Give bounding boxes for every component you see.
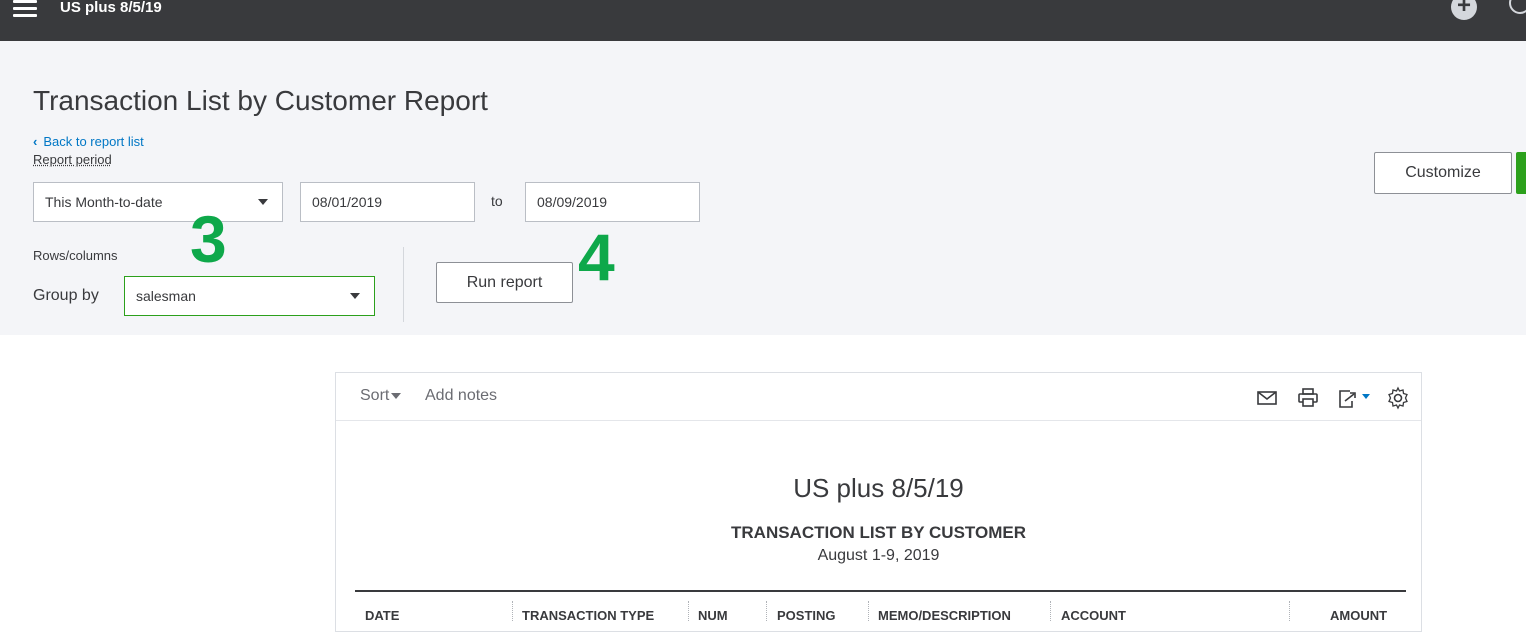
column-header-memo-description[interactable]: MEMO/DESCRIPTION — [878, 608, 1011, 623]
chevron-left-icon: ‹ — [33, 134, 38, 149]
column-separator — [1289, 601, 1290, 621]
column-separator — [688, 601, 689, 621]
column-header-transaction-type[interactable]: TRANSACTION TYPE — [522, 608, 654, 623]
caret-down-icon — [350, 293, 360, 299]
to-label: to — [491, 193, 503, 209]
customize-button[interactable]: Customize — [1374, 152, 1512, 194]
group-by-value: salesman — [136, 288, 196, 304]
company-name: US plus 8/5/19 — [60, 0, 162, 16]
email-icon[interactable] — [1255, 386, 1279, 410]
sort-label: Sort — [360, 387, 390, 404]
gear-icon[interactable] — [1386, 386, 1410, 410]
report-period-value: This Month-to-date — [45, 194, 163, 210]
date-to-field[interactable]: 08/09/2019 — [525, 182, 700, 222]
report-period-select[interactable]: This Month-to-date — [33, 182, 283, 222]
column-header-account[interactable]: ACCOUNT — [1061, 608, 1126, 623]
date-from-field[interactable]: 08/01/2019 — [300, 182, 475, 222]
report-period-label: Report period — [33, 152, 112, 167]
caret-down-icon — [391, 392, 402, 399]
column-header-date[interactable]: DATE — [365, 608, 399, 623]
sort-dropdown[interactable]: Sort — [360, 387, 402, 405]
report-title: TRANSACTION LIST BY CUSTOMER — [731, 523, 1026, 542]
caret-down-icon — [258, 199, 268, 205]
report-card: Sort Add notes US plus 8/5/19 TRANSACTIO… — [335, 372, 1422, 632]
report-company-name: US plus 8/5/19 — [793, 473, 964, 503]
print-icon[interactable] — [1296, 386, 1320, 410]
column-header-num[interactable]: NUM — [698, 608, 728, 623]
annotation-step-4: 4 — [578, 220, 615, 294]
report-header-rule — [355, 590, 1406, 592]
report-toolbar: Sort Add notes — [336, 373, 1421, 421]
column-separator — [766, 601, 767, 621]
add-notes-link[interactable]: Add notes — [425, 387, 497, 405]
plus-icon[interactable]: + — [1451, 0, 1477, 20]
group-by-select[interactable]: salesman — [124, 276, 375, 316]
column-separator — [1050, 601, 1051, 621]
group-by-label: Group by — [33, 287, 99, 304]
search-icon[interactable] — [1509, 0, 1526, 14]
back-to-report-list-link[interactable]: ‹ Back to report list — [33, 134, 144, 149]
rows-columns-label: Rows/columns — [33, 248, 118, 263]
menu-icon[interactable] — [13, 0, 39, 18]
column-header-amount[interactable]: AMOUNT — [1330, 608, 1387, 623]
vertical-divider — [403, 247, 404, 322]
top-bar: US plus 8/5/19 + — [0, 0, 1526, 41]
export-icon[interactable] — [1336, 386, 1372, 410]
column-separator — [868, 601, 869, 621]
column-separator — [512, 601, 513, 621]
report-date-range: August 1-9, 2019 — [817, 547, 940, 564]
column-header-posting[interactable]: POSTING — [777, 608, 836, 623]
run-report-button[interactable]: Run report — [436, 262, 573, 303]
page-title: Transaction List by Customer Report — [33, 85, 488, 116]
annotation-step-3: 3 — [190, 202, 227, 276]
save-customization-button[interactable] — [1516, 152, 1526, 194]
back-link-label: Back to report list — [43, 134, 144, 149]
